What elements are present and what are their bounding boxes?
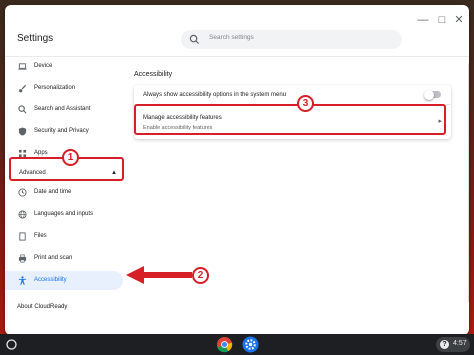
folder-icon bbox=[19, 232, 26, 241]
sidebar-item-search-assistant[interactable]: Search and Assistant bbox=[5, 100, 123, 119]
annotation-badge-2: 2 bbox=[192, 267, 209, 284]
sidebar-item-label: Apps bbox=[34, 150, 48, 156]
sidebar-item-accessibility[interactable]: Accessibility bbox=[5, 271, 123, 290]
close-icon[interactable]: ✕ bbox=[452, 13, 466, 27]
sidebar-item-about[interactable]: About CloudReady bbox=[17, 304, 67, 310]
sidebar-item-label: Print and scan bbox=[34, 255, 73, 261]
globe-icon bbox=[18, 210, 27, 219]
sidebar-item-languages[interactable]: Languages and inputs bbox=[5, 205, 123, 224]
shelf: ? 4:57 bbox=[0, 334, 474, 355]
page-title: Settings bbox=[17, 33, 54, 44]
sidebar-item-files[interactable]: Files bbox=[5, 227, 123, 246]
sidebar-item-label: Security and Privacy bbox=[34, 128, 89, 134]
minimize-icon[interactable]: — bbox=[416, 13, 430, 27]
sidebar: Device Personalization Search and Assist… bbox=[5, 57, 125, 335]
header: — □ ✕ Settings Search settings bbox=[5, 5, 469, 57]
toggle-row-label: Always show accessibility options in the… bbox=[143, 92, 287, 98]
sidebar-item-device[interactable]: Device bbox=[5, 57, 123, 76]
sidebar-item-label: Personalization bbox=[34, 85, 76, 91]
search-icon bbox=[189, 34, 200, 45]
laptop-icon bbox=[18, 63, 27, 70]
help-icon: ? bbox=[440, 340, 449, 349]
annotation-arrow-icon bbox=[126, 266, 192, 284]
annotation-badge-1: 1 bbox=[62, 149, 79, 166]
clock-time: 4:57 bbox=[453, 340, 467, 347]
chrome-icon[interactable] bbox=[216, 336, 233, 353]
launcher-icon[interactable] bbox=[6, 339, 17, 350]
sidebar-item-label: Search and Assistant bbox=[34, 106, 91, 112]
highlight-manage-accessibility bbox=[134, 104, 446, 135]
search-input[interactable]: Search settings bbox=[181, 30, 402, 49]
sidebar-item-security[interactable]: Security and Privacy bbox=[5, 122, 123, 141]
brush-icon bbox=[19, 84, 27, 93]
settings-gear-icon[interactable] bbox=[242, 336, 259, 353]
toggle-knob bbox=[424, 89, 434, 100]
sidebar-item-label: Date and time bbox=[34, 189, 72, 195]
status-tray[interactable]: ? 4:57 bbox=[436, 337, 470, 352]
sidebar-item-date-time[interactable]: Date and time bbox=[5, 183, 123, 202]
sidebar-item-label: Device bbox=[34, 63, 53, 69]
search-icon bbox=[18, 105, 27, 114]
accessibility-menu-toggle[interactable] bbox=[424, 89, 441, 100]
clock-icon bbox=[18, 188, 27, 197]
sidebar-item-personalization[interactable]: Personalization bbox=[5, 79, 123, 98]
scrollbar[interactable] bbox=[468, 63, 469, 303]
accessibility-icon bbox=[18, 276, 27, 285]
show-accessibility-options-row[interactable]: Always show accessibility options in the… bbox=[134, 85, 451, 105]
annotation-badge-3: 3 bbox=[297, 95, 314, 112]
shield-icon bbox=[18, 127, 27, 136]
sidebar-item-print-scan[interactable]: Print and scan bbox=[5, 249, 123, 268]
sidebar-item-label: Files bbox=[34, 233, 47, 239]
section-title: Accessibility bbox=[134, 71, 173, 78]
maximize-icon[interactable]: □ bbox=[435, 13, 449, 27]
search-placeholder: Search settings bbox=[209, 34, 254, 41]
printer-icon bbox=[18, 254, 27, 263]
sidebar-item-label: Languages and inputs bbox=[34, 211, 94, 217]
sidebar-item-label: Accessibility bbox=[34, 277, 67, 283]
